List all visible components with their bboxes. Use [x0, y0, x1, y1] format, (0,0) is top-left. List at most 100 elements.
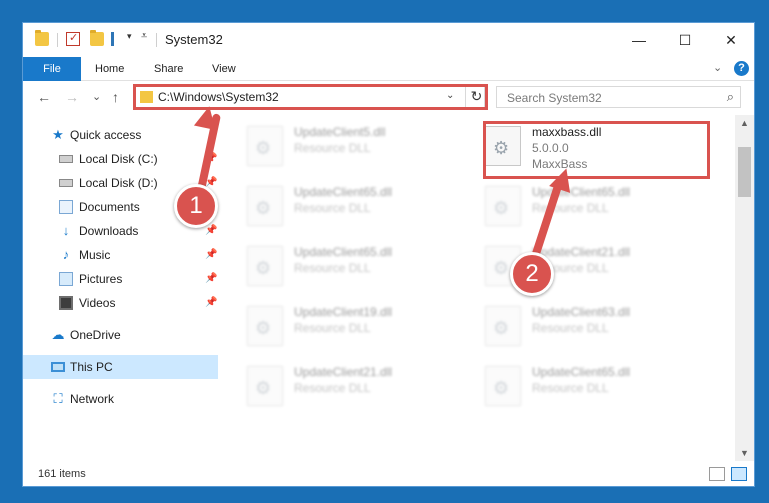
- network-icon: ⛶: [53, 391, 63, 406]
- up-button[interactable]: ↑: [112, 89, 119, 105]
- tab-home[interactable]: Home: [95, 57, 124, 81]
- toolbar-separator: [57, 33, 58, 47]
- search-placeholder: Search System32: [507, 91, 602, 105]
- file-item[interactable]: UpdateClient65.dll Resource DLL: [247, 183, 472, 233]
- file-type: Resource DLL: [532, 381, 609, 395]
- file-item[interactable]: UpdateClient19.dll Resource DLL: [247, 303, 472, 353]
- tab-file[interactable]: File: [23, 57, 81, 81]
- toolbar-separator: [156, 33, 157, 47]
- star-icon: ★: [52, 127, 64, 142]
- forward-button[interactable]: →: [65, 89, 79, 105]
- dll-file-icon: [485, 306, 521, 346]
- tab-share[interactable]: Share: [154, 57, 183, 81]
- sidebar-item-label: OneDrive: [70, 328, 121, 342]
- folder-icon: [35, 30, 49, 46]
- large-icons-view-button[interactable]: [731, 467, 747, 481]
- drive-icon: [59, 179, 73, 187]
- file-name: UpdateClient65.dll: [532, 365, 631, 379]
- sidebar-item-label: Local Disk (D:): [79, 176, 158, 190]
- scroll-up-button[interactable]: ▲: [735, 115, 754, 131]
- view-options-dropdown-icon[interactable]: ▾: [127, 31, 132, 42]
- pictures-icon: [59, 272, 73, 286]
- sidebar-item-local-disk-c[interactable]: Local Disk (C:) 📌: [23, 147, 218, 171]
- navigation-bar: ← → ⌄ ↑ C:\Windows\System32 ⌄ ↻ Search S…: [23, 81, 754, 115]
- sidebar-item-music[interactable]: ♪ Music 📌: [23, 243, 218, 267]
- file-item[interactable]: UpdateClient21.dll Resource DLL: [247, 363, 472, 413]
- view-options-icon[interactable]: [111, 32, 125, 46]
- ribbon-tabs: File Home Share View ⌄ ?: [23, 57, 754, 81]
- sidebar-item-network[interactable]: ⛶ Network: [23, 387, 218, 411]
- help-icon[interactable]: ?: [734, 61, 749, 76]
- file-name: UpdateClient65.dll: [532, 185, 631, 199]
- dll-file-icon: [247, 306, 283, 346]
- sidebar-item-label: Music: [79, 248, 111, 262]
- file-item[interactable]: UpdateClient65.dll Resource DLL: [485, 183, 710, 233]
- file-name: UpdateClient65.dll: [294, 185, 393, 199]
- file-type: Resource DLL: [532, 201, 609, 215]
- file-highlight-box: [483, 121, 710, 179]
- pin-icon: 📌: [205, 225, 218, 236]
- address-highlight-box: [133, 84, 488, 110]
- sidebar-item-label: Videos: [79, 296, 116, 310]
- status-bar: 161 items: [23, 463, 754, 486]
- file-name: UpdateClient65.dll: [294, 245, 393, 259]
- close-button[interactable]: ✕: [708, 23, 754, 57]
- dll-file-icon: [485, 366, 521, 406]
- computer-icon: [51, 362, 65, 372]
- file-name: UpdateClient63.dll: [532, 305, 631, 319]
- file-type: Resource DLL: [532, 321, 609, 335]
- dll-file-icon: [247, 126, 283, 166]
- file-item[interactable]: UpdateClient65.dll Resource DLL: [247, 243, 472, 293]
- sidebar-item-this-pc[interactable]: This PC: [23, 355, 218, 379]
- file-item[interactable]: UpdateClient5.dll Resource DLL: [247, 123, 472, 173]
- vertical-scrollbar[interactable]: ▲ ▼: [735, 115, 754, 461]
- file-type: Resource DLL: [294, 141, 371, 155]
- back-button[interactable]: ←: [37, 89, 51, 105]
- search-input[interactable]: Search System32 ⌕: [496, 86, 741, 108]
- file-type: Resource DLL: [294, 321, 371, 335]
- scroll-thumb[interactable]: [738, 146, 751, 197]
- sidebar-item-label: Network: [70, 392, 115, 406]
- sidebar-item-label: Quick access: [70, 128, 142, 142]
- scroll-down-button[interactable]: ▼: [735, 445, 754, 461]
- file-item[interactable]: UpdateClient65.dll Resource DLL: [485, 363, 710, 413]
- dll-file-icon: [247, 246, 283, 286]
- properties-icon[interactable]: [66, 31, 80, 46]
- title-bar: ▾ ⩡ System32 — ☐ ✕: [23, 23, 754, 57]
- pin-icon: 📌: [205, 273, 218, 284]
- tab-view[interactable]: View: [212, 57, 236, 81]
- minimize-button[interactable]: —: [616, 23, 662, 57]
- dll-file-icon: [247, 366, 283, 406]
- search-icon[interactable]: ⌕: [727, 89, 734, 105]
- dll-file-icon: [247, 186, 283, 226]
- file-name: UpdateClient5.dll: [294, 125, 386, 139]
- item-count: 161 items: [38, 468, 86, 480]
- sidebar-item-quick-access[interactable]: ★ Quick access: [23, 123, 218, 147]
- sidebar-item-videos[interactable]: Videos 📌: [23, 291, 218, 315]
- details-view-button[interactable]: [709, 467, 725, 481]
- new-folder-icon[interactable]: [90, 30, 104, 46]
- cloud-icon: ☁: [51, 327, 65, 342]
- drive-icon: [59, 155, 73, 163]
- file-type: Resource DLL: [294, 381, 371, 395]
- sidebar-item-onedrive[interactable]: ☁ OneDrive: [23, 323, 218, 347]
- navigation-pane: ★ Quick access Local Disk (C:) 📌 Local D…: [23, 119, 223, 459]
- pin-icon: 📌: [205, 249, 218, 260]
- pin-icon: 📌: [205, 297, 218, 308]
- sidebar-item-pictures[interactable]: Pictures 📌: [23, 267, 218, 291]
- sidebar-item-label: Documents: [79, 200, 140, 214]
- music-icon: ♪: [62, 247, 70, 262]
- file-item[interactable]: UpdateClient63.dll Resource DLL: [485, 303, 710, 353]
- file-type: Resource DLL: [294, 261, 371, 275]
- dll-file-icon: [485, 186, 521, 226]
- window-title: System32: [165, 32, 223, 47]
- maximize-button[interactable]: ☐: [662, 23, 708, 57]
- documents-icon: [59, 200, 73, 214]
- annotation-badge-2: 2: [510, 252, 554, 296]
- recent-locations-button[interactable]: ⌄: [92, 90, 101, 103]
- annotation-arrowhead-1: [193, 103, 221, 131]
- sidebar-item-label: Downloads: [79, 224, 139, 238]
- customize-toolbar-icon[interactable]: ⩡: [141, 30, 147, 43]
- file-explorer-window: ▾ ⩡ System32 — ☐ ✕ File Home Share View …: [22, 22, 755, 487]
- expand-ribbon-icon[interactable]: ⌄: [713, 61, 722, 74]
